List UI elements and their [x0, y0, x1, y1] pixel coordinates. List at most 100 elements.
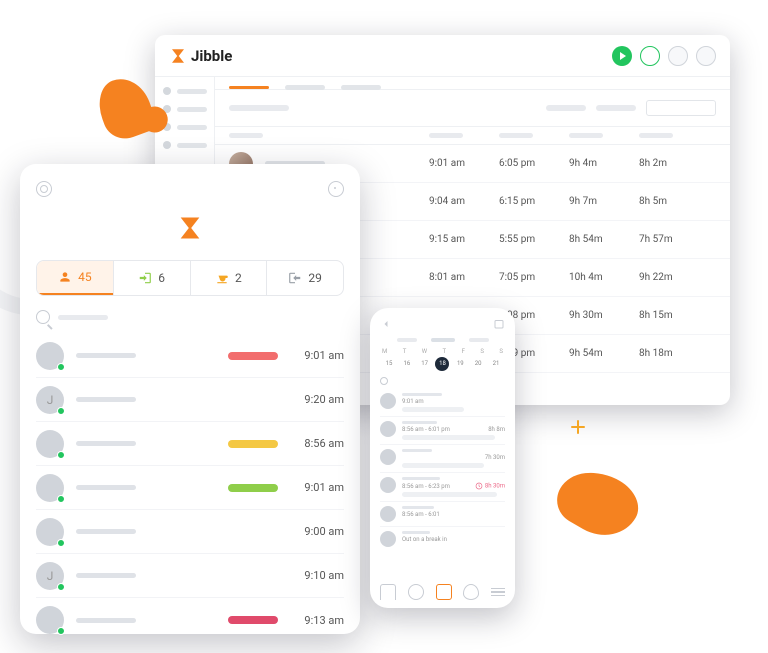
- table-header: [215, 127, 730, 145]
- sidebar-item[interactable]: [163, 141, 207, 149]
- coffee-icon: [215, 271, 229, 285]
- cell-gross: 9h 30m: [569, 310, 639, 321]
- name-placeholder: [76, 485, 136, 490]
- day[interactable]: 19: [453, 357, 467, 371]
- phone-tab[interactable]: [397, 338, 417, 342]
- phone-top: [380, 318, 505, 330]
- toolbar-chip[interactable]: [546, 105, 586, 111]
- day[interactable]: 16: [400, 357, 414, 371]
- stat-in[interactable]: 6: [113, 261, 190, 295]
- person-row[interactable]: J 9:20 am: [36, 378, 344, 422]
- phone-row[interactable]: 8:56 am - 6:23 pm 8h 30m: [380, 473, 505, 502]
- stat-out-value: 29: [308, 271, 322, 285]
- notifications-button[interactable]: [696, 46, 716, 66]
- avatar: [380, 449, 396, 465]
- phone-row[interactable]: 9:01 am: [380, 389, 505, 417]
- col-net: [639, 133, 673, 138]
- status-pill: [228, 484, 278, 492]
- time-in: 9:10 am: [290, 569, 344, 582]
- calendar-icon[interactable]: [493, 318, 505, 330]
- weekday: W: [422, 348, 427, 355]
- progress-bar: [402, 492, 497, 497]
- weekday: T: [443, 348, 447, 355]
- cell-net: 8h 15m: [639, 310, 709, 321]
- name-placeholder: [402, 531, 430, 534]
- avatar: [36, 474, 64, 502]
- cell-gross: 9h 7m: [569, 196, 639, 207]
- nav-menu-icon[interactable]: [491, 588, 505, 597]
- status-pill: [228, 616, 278, 624]
- cell-out: 6:05 pm: [499, 158, 569, 169]
- name-placeholder: [76, 618, 136, 623]
- phone-row[interactable]: Out on a break in: [380, 527, 505, 551]
- phone-tab[interactable]: [431, 338, 455, 342]
- phone-row[interactable]: 7h 30m: [380, 445, 505, 473]
- weekday: S: [480, 348, 484, 355]
- person-row[interactable]: 8:56 am: [36, 422, 344, 466]
- tab[interactable]: [285, 85, 325, 90]
- tab[interactable]: [341, 85, 381, 90]
- phone-search[interactable]: [380, 377, 505, 385]
- person-row[interactable]: J 9:10 am: [36, 554, 344, 598]
- progress-bar: [402, 463, 484, 468]
- stat-out[interactable]: 29: [266, 261, 343, 295]
- name-placeholder: [402, 421, 437, 424]
- desktop-toolbar: [215, 90, 730, 127]
- cell-gross: 8h 54m: [569, 234, 639, 245]
- stat-present-value: 45: [78, 270, 92, 284]
- tab-active[interactable]: [229, 86, 269, 89]
- filter-chip[interactable]: [229, 105, 289, 111]
- nav-timesheets-icon[interactable]: [436, 584, 452, 600]
- status-pill: [228, 352, 278, 360]
- nav-timer-icon[interactable]: [408, 584, 424, 600]
- clock-in-button[interactable]: [612, 46, 632, 66]
- person-row[interactable]: 9:13 am: [36, 598, 344, 642]
- logout-icon: [288, 271, 302, 285]
- col-out: [499, 133, 533, 138]
- day[interactable]: 21: [489, 357, 503, 371]
- day[interactable]: 20: [471, 357, 485, 371]
- back-icon[interactable]: [380, 318, 392, 330]
- row-time: 8:56 am - 6:01: [402, 511, 440, 518]
- user-status-button[interactable]: [640, 46, 660, 66]
- brand-logo[interactable]: Jibble: [169, 47, 232, 65]
- phone-row[interactable]: 8:56 am - 6:01 pm8h 8m: [380, 417, 505, 445]
- stat-break[interactable]: 2: [190, 261, 267, 295]
- cell-in: 9:04 am: [429, 196, 499, 207]
- nav-shield-icon[interactable]: [463, 584, 479, 600]
- export-button[interactable]: [646, 100, 716, 116]
- sidebar-item[interactable]: [163, 123, 207, 131]
- name-placeholder: [76, 441, 136, 446]
- weekday: S: [499, 348, 503, 355]
- time-in: 9:01 am: [290, 481, 344, 494]
- person-row[interactable]: 9:01 am: [36, 466, 344, 510]
- avatar: [36, 518, 64, 546]
- sidebar-item[interactable]: [163, 87, 207, 95]
- day[interactable]: 15: [382, 357, 396, 371]
- login-icon: [138, 271, 152, 285]
- cell-out: 7:05 pm: [499, 272, 569, 283]
- cell-net: 8h 2m: [639, 158, 709, 169]
- sidebar-item[interactable]: [163, 105, 207, 113]
- toolbar-chip[interactable]: [596, 105, 636, 111]
- name-placeholder: [402, 477, 440, 480]
- phone-row[interactable]: 8:56 am - 6:01: [380, 502, 505, 527]
- person-row[interactable]: 9:00 am: [36, 510, 344, 554]
- help-button[interactable]: [668, 46, 688, 66]
- day-today[interactable]: 18: [435, 357, 449, 371]
- row-time: 9:01 am: [402, 398, 424, 405]
- settings-icon[interactable]: [36, 181, 52, 197]
- person-row[interactable]: 9:01 am: [36, 334, 344, 378]
- search-icon[interactable]: [36, 310, 50, 324]
- avatar: [36, 430, 64, 458]
- nav-home-icon[interactable]: [380, 584, 396, 600]
- stat-present[interactable]: 45: [37, 261, 113, 295]
- col-gross: [569, 133, 603, 138]
- avatar: [380, 531, 396, 547]
- search-placeholder[interactable]: [58, 315, 108, 320]
- cell-out: 5:55 pm: [499, 234, 569, 245]
- phone-tab[interactable]: [469, 338, 489, 342]
- day[interactable]: 17: [418, 357, 432, 371]
- row-time: 8:56 am - 6:23 pm: [402, 483, 450, 490]
- location-icon[interactable]: [328, 181, 344, 197]
